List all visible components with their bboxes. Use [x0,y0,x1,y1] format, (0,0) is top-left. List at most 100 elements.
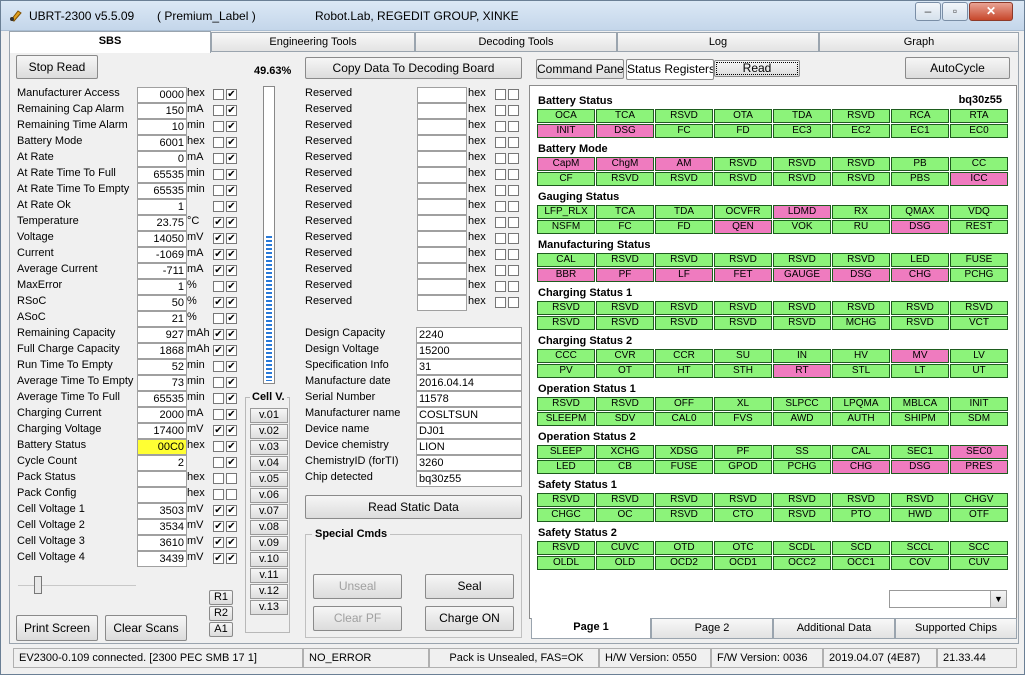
command-panel-tab[interactable]: Command Panel [536,59,624,79]
log-checkbox[interactable] [213,441,224,452]
minimize-button[interactable]: – [915,2,941,21]
scan-checkbox[interactable]: ✔ [226,281,237,292]
scan-checkbox[interactable]: ✔ [226,265,237,276]
scan-checkbox[interactable] [508,297,519,308]
log-checkbox[interactable] [495,265,506,276]
cell-voltage-button[interactable]: v.12 [250,584,288,599]
a1-button[interactable]: A1 [209,622,233,637]
clear-scans-button[interactable]: Clear Scans [105,615,187,641]
log-checkbox[interactable]: ✔ [213,505,224,516]
log-checkbox[interactable] [495,185,506,196]
scan-checkbox[interactable] [508,121,519,132]
log-checkbox[interactable] [495,137,506,148]
scan-checkbox[interactable] [508,233,519,244]
log-checkbox[interactable] [213,457,224,468]
log-checkbox[interactable] [213,201,224,212]
cell-voltage-button[interactable]: v.03 [250,440,288,455]
charge-on-button[interactable]: Charge ON [425,606,514,631]
scan-checkbox[interactable]: ✔ [226,233,237,244]
scan-checkbox[interactable]: ✔ [226,345,237,356]
r2-button[interactable]: R2 [209,606,233,621]
log-checkbox[interactable] [213,489,224,500]
scan-checkbox[interactable] [508,89,519,100]
scan-checkbox[interactable]: ✔ [226,89,237,100]
log-checkbox[interactable]: ✔ [213,233,224,244]
scan-checkbox[interactable]: ✔ [226,201,237,212]
scan-checkbox[interactable]: ✔ [226,457,237,468]
log-checkbox[interactable]: ✔ [213,553,224,564]
log-checkbox[interactable] [495,233,506,244]
log-checkbox[interactable] [213,185,224,196]
scan-checkbox[interactable] [508,281,519,292]
r1-button[interactable]: R1 [209,590,233,605]
log-checkbox[interactable] [213,137,224,148]
cell-voltage-button[interactable]: v.06 [250,488,288,503]
log-checkbox[interactable]: ✔ [213,249,224,260]
log-checkbox[interactable]: ✔ [213,297,224,308]
scan-checkbox[interactable] [226,473,237,484]
read-button[interactable]: Read [714,60,800,77]
log-checkbox[interactable] [213,89,224,100]
log-checkbox[interactable] [213,393,224,404]
chevron-down-icon[interactable]: ▼ [990,591,1006,607]
cell-voltage-button[interactable]: v.04 [250,456,288,471]
log-checkbox[interactable] [495,217,506,228]
log-checkbox[interactable] [213,409,224,420]
log-checkbox[interactable] [495,249,506,260]
scan-checkbox[interactable] [508,249,519,260]
log-checkbox[interactable] [213,153,224,164]
slider-thumb[interactable] [34,576,42,594]
read-static-data-button[interactable]: Read Static Data [305,495,522,519]
scan-checkbox[interactable]: ✔ [226,425,237,436]
maximize-button[interactable]: ▫ [942,2,968,21]
log-checkbox[interactable] [495,169,506,180]
close-button[interactable]: ✕ [969,2,1013,21]
scan-checkbox[interactable]: ✔ [226,505,237,516]
log-checkbox[interactable] [495,89,506,100]
scan-checkbox[interactable]: ✔ [226,329,237,340]
cell-voltage-button[interactable]: v.05 [250,472,288,487]
scan-checkbox[interactable]: ✔ [226,377,237,388]
tab-graph[interactable]: Graph [819,32,1019,52]
tab-page-1[interactable]: Page 1 [531,618,651,639]
scan-checkbox[interactable]: ✔ [226,441,237,452]
status-registers-tab[interactable]: Status Registers [626,59,714,80]
cell-voltage-button[interactable]: v.08 [250,520,288,535]
cell-voltage-button[interactable]: v.02 [250,424,288,439]
cell-voltage-button[interactable]: v.09 [250,536,288,551]
clear-pf-button[interactable]: Clear PF [313,606,402,631]
scan-checkbox[interactable]: ✔ [226,393,237,404]
page-select[interactable]: ▼ [889,590,1007,608]
scan-checkbox[interactable]: ✔ [226,249,237,260]
scan-checkbox[interactable]: ✔ [226,137,237,148]
scan-checkbox[interactable] [508,137,519,148]
log-checkbox[interactable] [213,121,224,132]
log-checkbox[interactable]: ✔ [213,265,224,276]
copy-to-decoding-button[interactable]: Copy Data To Decoding Board [305,57,522,79]
cell-voltage-button[interactable]: v.13 [250,600,288,615]
scan-checkbox[interactable] [508,105,519,116]
log-checkbox[interactable] [213,169,224,180]
scan-checkbox[interactable] [508,185,519,196]
scan-checkbox[interactable]: ✔ [226,537,237,548]
cell-voltage-button[interactable]: v.01 [250,408,288,423]
log-checkbox[interactable]: ✔ [213,537,224,548]
log-checkbox[interactable] [495,297,506,308]
seal-button[interactable]: Seal [425,574,514,599]
cell-voltage-button[interactable]: v.11 [250,568,288,583]
log-checkbox[interactable] [213,377,224,388]
scan-checkbox[interactable] [508,153,519,164]
unseal-button[interactable]: Unseal [313,574,402,599]
scan-checkbox[interactable]: ✔ [226,153,237,164]
scan-checkbox[interactable] [508,217,519,228]
scan-checkbox[interactable]: ✔ [226,121,237,132]
log-checkbox[interactable] [495,121,506,132]
cell-voltage-button[interactable]: v.10 [250,552,288,567]
scan-checkbox[interactable] [508,169,519,180]
scan-checkbox[interactable]: ✔ [226,217,237,228]
log-checkbox[interactable] [495,153,506,164]
cell-voltage-button[interactable]: v.07 [250,504,288,519]
stop-read-button[interactable]: Stop Read [16,55,98,79]
scan-checkbox[interactable] [508,201,519,212]
log-checkbox[interactable] [213,361,224,372]
